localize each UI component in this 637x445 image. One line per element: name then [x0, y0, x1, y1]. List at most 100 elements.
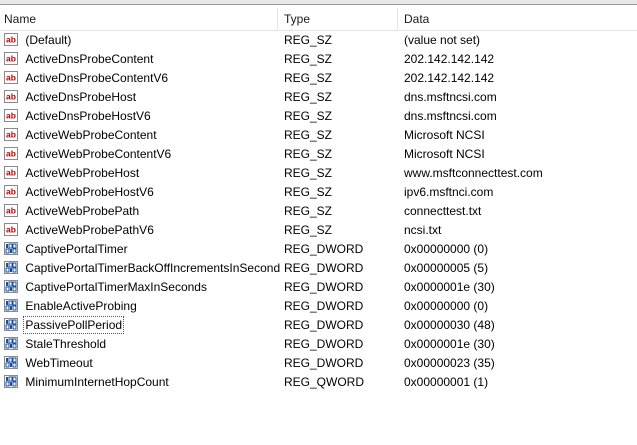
value-name-cell[interactable]: ab ActiveWebProbeContentV6: [4, 145, 280, 164]
value-name: ActiveWebProbePathV6: [25, 223, 154, 237]
value-data-cell: 0x00000023 (35): [404, 356, 495, 370]
value-name-cell[interactable]: MinimumInternetHopCount: [4, 373, 280, 392]
value-data-cell: 0x00000000 (0): [404, 242, 489, 256]
value-type-cell: REG_DWORD: [284, 356, 364, 370]
table-row[interactable]: ab ActiveWebProbeContent REG_SZ Microsoft …: [0, 126, 637, 145]
registry-string-icon: ab: [4, 109, 18, 122]
value-data-cell: (value not set): [404, 33, 481, 47]
registry-string-icon: ab: [4, 185, 18, 198]
value-name-cell[interactable]: ab ActiveWebProbeHostV6: [4, 183, 280, 202]
table-row[interactable]: ab ActiveWebProbePathV6 REG_SZ ncsi.txt: [0, 221, 637, 240]
svg-text:ab: ab: [6, 92, 16, 102]
table-row[interactable]: ab ActiveWebProbeContentV6 REG_SZ Microsof…: [0, 145, 637, 164]
table-row[interactable]: ab ActiveWebProbePath REG_SZ connecttest.t…: [0, 202, 637, 221]
value-data-cell: 202.142.142.142: [404, 52, 495, 66]
value-data-cell: www.msftconnecttest.com: [404, 166, 543, 180]
value-type-cell: REG_DWORD: [284, 318, 364, 332]
svg-text:ab: ab: [6, 206, 16, 216]
value-name: ActiveDnsProbeContent: [25, 52, 154, 66]
svg-text:ab: ab: [6, 111, 16, 121]
table-row[interactable]: ab ActiveDnsProbeHost REG_SZ dns.msftncsi.…: [0, 88, 637, 107]
value-name: ActiveDnsProbeContentV6: [25, 71, 169, 85]
value-data-cell: 0x00000001 (1): [404, 375, 489, 389]
registry-string-icon: ab: [4, 128, 18, 141]
value-type-cell: REG_DWORD: [284, 299, 364, 313]
table-row[interactable]: ab ActiveDnsProbeContentV6 REG_SZ 202.142.…: [0, 69, 637, 88]
registry-binary-icon: [4, 242, 18, 255]
value-type-cell: REG_SZ: [284, 52, 333, 66]
value-type-cell: REG_SZ: [284, 109, 333, 123]
registry-string-icon: ab: [4, 33, 18, 46]
value-name-cell[interactable]: CaptivePortalTimerBackOffIncrementsInSec…: [4, 259, 280, 278]
value-type-cell: REG_SZ: [284, 147, 333, 161]
value-name: ActiveWebProbePath: [25, 204, 140, 218]
table-row[interactable]: CaptivePortalTimerBackOffIncrementsInSec…: [0, 259, 637, 278]
value-type-cell: REG_SZ: [284, 128, 333, 142]
table-row[interactable]: ab ActiveWebProbeHost REG_SZ www.msftconne…: [0, 164, 637, 183]
value-name: CaptivePortalTimerMaxInSeconds: [25, 280, 207, 294]
value-name-cell[interactable]: EnableActiveProbing: [4, 297, 280, 316]
registry-values-pane: Name Type Data ab (Default) REG_SZ (value …: [0, 0, 637, 445]
svg-text:ab: ab: [6, 187, 16, 197]
value-name: CaptivePortalTimerBackOffIncrementsInSec…: [25, 261, 280, 275]
value-name-cell[interactable]: ab ActiveWebProbePath: [4, 202, 280, 221]
column-header-type[interactable]: Type: [280, 8, 398, 30]
value-name: StaleThreshold: [25, 337, 107, 351]
table-row[interactable]: CaptivePortalTimer REG_DWORD 0x00000000 (0…: [0, 240, 637, 259]
table-row[interactable]: ab ActiveDnsProbeHostV6 REG_SZ dns.msftncs…: [0, 107, 637, 126]
registry-string-icon: ab: [4, 52, 18, 65]
value-name-cell[interactable]: ab (Default): [4, 31, 280, 50]
column-header-data[interactable]: Data: [400, 8, 637, 30]
table-row[interactable]: MinimumInternetHopCount REG_QWORD 0x000000…: [0, 373, 637, 392]
value-type-cell: REG_SZ: [284, 166, 333, 180]
value-name: ActiveDnsProbeHost: [25, 90, 137, 104]
pane-top-border: [0, 0, 637, 5]
table-row[interactable]: ab (Default) REG_SZ (value not set): [0, 31, 637, 50]
table-row[interactable]: EnableActiveProbing REG_DWORD 0x00000000 (…: [0, 297, 637, 316]
list-header: Name Type Data: [0, 8, 637, 31]
value-data-cell: 0x00000000 (0): [404, 299, 489, 313]
value-name-cell[interactable]: ab ActiveDnsProbeHost: [4, 88, 280, 107]
value-data-cell: Microsoft NCSI: [404, 128, 485, 142]
value-name-cell[interactable]: ab ActiveWebProbeContent: [4, 126, 280, 145]
value-name: ActiveWebProbeContent: [25, 128, 157, 142]
value-name-cell[interactable]: ab ActiveWebProbeHost: [4, 164, 280, 183]
table-row[interactable]: ab ActiveWebProbeHostV6 REG_SZ ipv6.msftnc…: [0, 183, 637, 202]
value-data-cell: ipv6.msftnci.com: [404, 185, 494, 199]
value-data-cell: dns.msftncsi.com: [404, 109, 497, 123]
table-row[interactable]: CaptivePortalTimerMaxInSeconds REG_DWORD 0…: [0, 278, 637, 297]
table-row[interactable]: PassivePollPeriod REG_DWORD 0x00000030 (48…: [0, 316, 637, 335]
value-type-cell: REG_SZ: [284, 33, 333, 47]
registry-string-icon: ab: [4, 147, 18, 160]
value-name-cell[interactable]: ab ActiveDnsProbeContent: [4, 50, 280, 69]
value-data-cell: 0x0000001e (30): [404, 280, 495, 294]
value-data-cell: dns.msftncsi.com: [404, 90, 497, 104]
value-name-cell[interactable]: ab ActiveDnsProbeHostV6: [4, 107, 280, 126]
registry-string-icon: ab: [4, 166, 18, 179]
svg-text:ab: ab: [6, 225, 16, 235]
svg-text:ab: ab: [6, 130, 16, 140]
value-name-cell[interactable]: ab ActiveWebProbePathV6: [4, 221, 280, 240]
value-name-cell[interactable]: StaleThreshold: [4, 335, 280, 354]
value-data-cell: 0x00000005 (5): [404, 261, 489, 275]
value-name-cell[interactable]: ab ActiveDnsProbeContentV6: [4, 69, 280, 88]
registry-string-icon: ab: [4, 223, 18, 236]
value-name-cell[interactable]: PassivePollPeriod: [4, 316, 280, 335]
registry-binary-icon: [4, 280, 18, 293]
value-name-cell[interactable]: WebTimeout: [4, 354, 280, 373]
value-name-cell[interactable]: CaptivePortalTimerMaxInSeconds: [4, 278, 280, 297]
column-header-name[interactable]: Name: [0, 8, 278, 30]
value-name-cell[interactable]: CaptivePortalTimer: [4, 240, 280, 259]
svg-text:ab: ab: [6, 73, 16, 83]
value-name: ActiveWebProbeHostV6: [25, 185, 154, 199]
registry-binary-icon: [4, 337, 18, 350]
svg-text:ab: ab: [6, 35, 16, 45]
table-row[interactable]: ab ActiveDnsProbeContent REG_SZ 202.142.14…: [0, 50, 637, 69]
value-data-cell: 0x00000030 (48): [404, 318, 495, 332]
value-data-cell: Microsoft NCSI: [404, 147, 485, 161]
value-name: WebTimeout: [25, 356, 93, 370]
table-row[interactable]: WebTimeout REG_DWORD 0x00000023 (35): [0, 354, 637, 373]
table-row[interactable]: StaleThreshold REG_DWORD 0x0000001e (30): [0, 335, 637, 354]
svg-text:ab: ab: [6, 149, 16, 159]
value-type-cell: REG_QWORD: [284, 375, 365, 389]
